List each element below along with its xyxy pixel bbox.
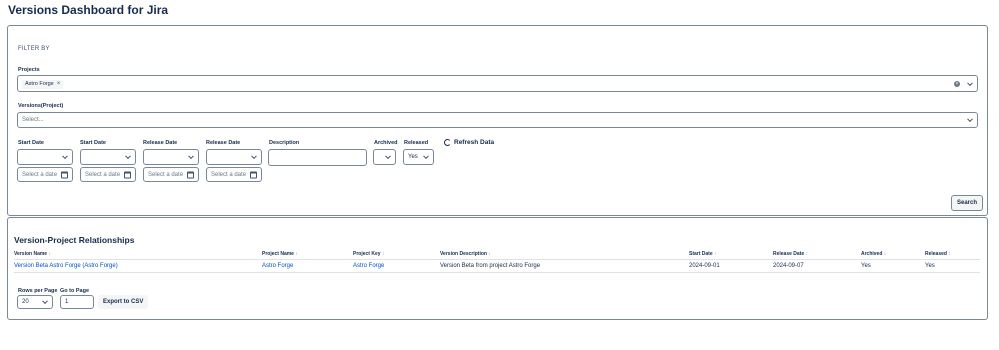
project-tag-label: Astro Forge: [25, 81, 54, 87]
version-name-link[interactable]: Version Beta Astro Forge (Astro Forge): [14, 263, 118, 269]
chevron-down-icon[interactable]: [125, 153, 131, 160]
filter-panel: FILTER BY Projects Astro Forge × × Versi…: [7, 25, 988, 216]
calendar-icon[interactable]: [61, 171, 68, 178]
chevron-down-icon[interactable]: [967, 79, 973, 86]
sort-icon: ↕: [714, 251, 717, 257]
rows-per-page-label: Rows per Page: [18, 288, 58, 294]
section-title: Version-Project Relationships: [14, 235, 135, 245]
start-date-cell: 2024-09-01: [689, 263, 720, 269]
refresh-icon: [444, 139, 451, 146]
sort-icon: ↕: [805, 251, 809, 257]
release-date-picker[interactable]: Select a date: [143, 167, 199, 182]
released-cell: Yes: [925, 263, 935, 269]
release-date-label: Release Date: [143, 140, 178, 146]
column-header-release-date[interactable]: Release Date ↕: [773, 251, 808, 257]
released-select[interactable]: Yes: [403, 149, 434, 165]
refresh-data-label: Refresh Data: [454, 139, 495, 146]
column-header-start-date[interactable]: Start Date ↕: [689, 251, 717, 257]
rows-per-page-select[interactable]: 20: [17, 295, 53, 309]
rows-per-page-value: 20: [22, 299, 29, 305]
start-date-end-picker[interactable]: Select a date: [80, 167, 136, 182]
export-csv-button[interactable]: Export to CSV: [98, 295, 149, 309]
column-header-released[interactable]: Released ↕: [925, 251, 951, 257]
refresh-data-button[interactable]: Refresh Data: [444, 139, 494, 146]
release-date-placeholder: Select a date: [148, 171, 184, 178]
project-tag: Astro Forge ×: [22, 80, 64, 89]
release-date-end-label: Release Date: [206, 140, 241, 146]
calendar-icon[interactable]: [187, 171, 194, 178]
version-description-cell: Version Beta from project Astro Forge: [440, 263, 541, 269]
projects-select[interactable]: Astro Forge × ×: [17, 75, 978, 92]
chevron-down-icon[interactable]: [251, 153, 257, 160]
chevron-down-icon[interactable]: [188, 153, 194, 160]
release-date-end-placeholder: Select a date: [211, 171, 247, 178]
calendar-icon[interactable]: [124, 171, 131, 178]
released-value: Yes: [408, 154, 418, 160]
archived-label: Archived: [374, 140, 398, 146]
versions-select[interactable]: Select...: [17, 112, 978, 128]
search-button[interactable]: Search: [951, 195, 983, 211]
go-to-page-input[interactable]: 1: [60, 295, 94, 309]
column-header-version-name[interactable]: Version Name ↕: [14, 251, 51, 257]
release-date-operator-select[interactable]: [143, 149, 199, 165]
sort-icon: ↕: [381, 251, 385, 257]
start-date-operator-select[interactable]: [17, 149, 73, 165]
release-date-end-picker[interactable]: Select a date: [206, 167, 262, 182]
start-date-end-operator-select[interactable]: [80, 149, 136, 165]
project-key-link[interactable]: Astro Forge: [353, 263, 384, 269]
column-header-version-description[interactable]: Version Description ↕: [440, 251, 491, 257]
sort-icon: ↕: [883, 251, 887, 257]
description-label: Description: [269, 140, 300, 146]
start-date-placeholder: Select a date: [22, 171, 58, 178]
archived-select[interactable]: [373, 149, 396, 165]
results-panel: Version-Project Relationships Version Na…: [7, 217, 988, 320]
go-to-page-label: Go to Page: [60, 288, 90, 294]
chevron-down-icon[interactable]: [42, 298, 48, 305]
chevron-down-icon[interactable]: [967, 116, 973, 123]
sort-icon: ↕: [488, 251, 491, 257]
start-date-end-label: Start Date: [80, 140, 106, 146]
clear-icon[interactable]: ×: [954, 80, 960, 87]
release-date-end-operator-select[interactable]: [206, 149, 262, 165]
results-table: Version Name ↕ Project Name ↕ Project Ke…: [14, 250, 980, 273]
sort-icon: ↕: [48, 251, 51, 257]
column-header-project-name[interactable]: Project Name ↕: [262, 251, 298, 257]
projects-label: Projects: [18, 67, 40, 73]
chevron-down-icon[interactable]: [385, 153, 391, 160]
remove-tag-icon[interactable]: ×: [57, 80, 61, 89]
start-date-picker[interactable]: Select a date: [17, 167, 73, 182]
released-label: Released: [404, 140, 429, 146]
column-header-archived[interactable]: Archived ↕: [861, 251, 886, 257]
sort-icon: ↕: [295, 251, 298, 257]
go-to-page-value: 1: [65, 299, 69, 305]
filter-by-heading: FILTER BY: [18, 46, 50, 52]
chevron-down-icon[interactable]: [423, 153, 429, 160]
table-row: Version Beta Astro Forge (Astro Forge) A…: [14, 260, 980, 273]
column-header-project-key[interactable]: Project Key ↕: [353, 251, 384, 257]
page-title: Versions Dashboard for Jira: [8, 3, 169, 17]
calendar-icon[interactable]: [250, 171, 257, 178]
table-header: Version Name ↕ Project Name ↕ Project Ke…: [14, 250, 980, 260]
sort-icon: ↕: [948, 251, 951, 257]
versions-label: Versions(Project): [18, 103, 64, 109]
start-date-label: Start Date: [18, 140, 44, 146]
start-date-end-placeholder: Select a date: [85, 171, 121, 178]
chevron-down-icon[interactable]: [62, 153, 68, 160]
archived-cell: Yes: [861, 263, 871, 269]
project-name-link[interactable]: Astro Forge: [262, 263, 293, 269]
release-date-cell: 2024-09-07: [773, 263, 804, 269]
description-input[interactable]: [268, 149, 367, 166]
versions-placeholder: Select...: [22, 117, 44, 123]
